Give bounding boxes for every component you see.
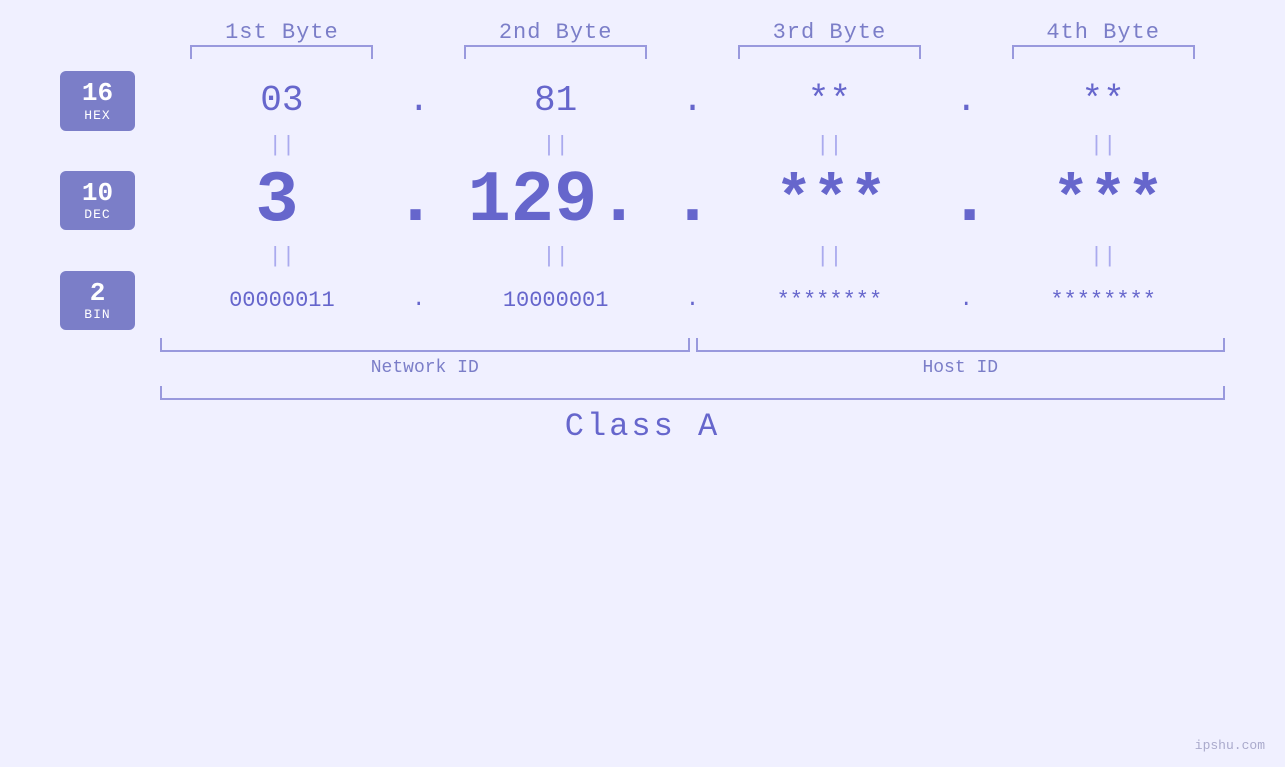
bracket-byte3 (738, 45, 921, 59)
dec-dot2: . (671, 160, 714, 242)
byte1-header: 1st Byte (160, 20, 404, 45)
eq1-b1: || (160, 133, 404, 158)
hex-byte4: ** (981, 80, 1225, 121)
eq2-b1: || (160, 244, 404, 269)
hex-row: 16 HEX 03 . 81 . ** . ** (60, 71, 1225, 131)
dec-row: 10 DEC 3 . 129. . *** . *** (60, 160, 1225, 242)
bin-dot2: . (678, 289, 708, 311)
network-id-bracket (160, 338, 690, 352)
eq2-b4: || (981, 244, 1225, 269)
bottom-brackets-row (60, 338, 1225, 352)
equals-row-2: || || || || (60, 244, 1225, 269)
bin-dot3: . (951, 289, 981, 311)
byte3-header: 3rd Byte (708, 20, 952, 45)
byte4-header: 4th Byte (981, 20, 1225, 45)
dec-byte3: *** (714, 165, 948, 236)
class-label: Class A (565, 408, 720, 445)
bin-badge: 2 BIN (60, 271, 135, 331)
bin-byte4: ******** (981, 288, 1225, 313)
bin-byte2: 10000001 (434, 288, 678, 313)
bin-row: 2 BIN 00000011 . 10000001 . ******** . *… (60, 271, 1225, 331)
eq1-b3: || (708, 133, 952, 158)
hex-dot2: . (678, 83, 708, 119)
hex-badge: 16 HEX (60, 71, 135, 131)
bracket-byte1 (190, 45, 373, 59)
byte2-header: 2nd Byte (434, 20, 678, 45)
eq1-b4: || (981, 133, 1225, 158)
outer-bracket-row (60, 386, 1225, 400)
dec-byte1: 3 (160, 160, 394, 242)
bracket-byte4 (1012, 45, 1195, 59)
hex-byte1: 03 (160, 80, 404, 121)
host-id-label: Host ID (696, 358, 1226, 378)
dec-byte2: 129. (437, 160, 671, 242)
eq2-b2: || (434, 244, 678, 269)
dec-dot3: . (948, 160, 991, 242)
class-row: Class A (60, 408, 1225, 445)
watermark: ipshu.com (1195, 738, 1265, 753)
network-id-label: Network ID (160, 358, 690, 378)
hex-dot3: . (951, 83, 981, 119)
dec-badge: 10 DEC (60, 171, 135, 231)
hex-dot1: . (404, 83, 434, 119)
dec-byte4: *** (991, 165, 1225, 236)
outer-bracket (160, 386, 1225, 400)
top-brackets-row (60, 45, 1225, 59)
equals-row-1: || || || || (60, 133, 1225, 158)
hex-byte3: ** (708, 80, 952, 121)
bin-byte3: ******** (708, 288, 952, 313)
eq1-b2: || (434, 133, 678, 158)
bracket-byte2 (464, 45, 647, 59)
main-container: 1st Byte 2nd Byte 3rd Byte 4th Byte (0, 0, 1285, 767)
bin-dot1: . (404, 289, 434, 311)
eq2-b3: || (708, 244, 952, 269)
hex-byte2: 81 (434, 80, 678, 121)
bin-byte1: 00000011 (160, 288, 404, 313)
byte-headers-row: 1st Byte 2nd Byte 3rd Byte 4th Byte (60, 20, 1225, 45)
id-labels-row: Network ID Host ID (60, 358, 1225, 378)
dec-dot1: . (394, 160, 437, 242)
host-id-bracket (696, 338, 1226, 352)
